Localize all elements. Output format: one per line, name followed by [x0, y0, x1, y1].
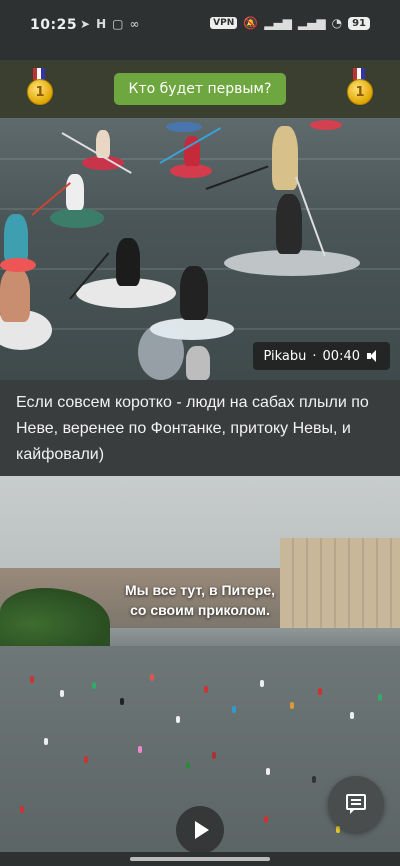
paddler	[318, 688, 322, 695]
mute-icon: 🔕	[243, 16, 259, 30]
paddler	[264, 816, 268, 823]
paddler	[204, 686, 208, 693]
paddler	[350, 712, 354, 719]
paddler	[180, 266, 208, 320]
subtitle-line: со своим приколом.	[130, 602, 270, 618]
paddler	[4, 214, 28, 264]
paddler	[116, 238, 140, 286]
badge-separator: ·	[312, 348, 317, 364]
status-right: VPN 🔕 ▂▄▆ ▂▄▆ ◔ 91	[210, 16, 370, 30]
comment-icon	[346, 794, 366, 814]
signal-icon: ▂▄▆	[264, 16, 292, 30]
paddler	[138, 746, 142, 753]
paddler	[290, 702, 294, 709]
paddler	[266, 768, 270, 775]
status-time: 10:25	[30, 17, 78, 33]
video-subtitle: Мы все тут, в Питере, со своим приколом.	[60, 580, 340, 620]
vpn-badge: VPN	[210, 17, 238, 29]
medal-icon: 1	[346, 68, 373, 106]
home-gesture-handle[interactable]	[130, 857, 270, 861]
video-badge[interactable]: Pikabu · 00:40	[253, 342, 390, 370]
sup-board	[170, 164, 212, 178]
paddler	[30, 676, 34, 683]
instagram-icon: ▢	[112, 17, 124, 31]
paddler	[378, 694, 382, 701]
comments-button[interactable]	[328, 776, 384, 832]
who-first-button[interactable]: Кто будет первым?	[114, 73, 286, 105]
h-icon: H	[96, 17, 107, 31]
wifi-icon: ◔	[331, 16, 343, 30]
paddler	[0, 268, 30, 322]
paddler	[20, 806, 24, 813]
paddle	[205, 165, 269, 190]
paddler	[120, 698, 124, 705]
medal-icon: 1	[26, 68, 53, 106]
telegram-icon: ➤	[80, 17, 91, 31]
paddler	[186, 346, 210, 380]
balloon	[138, 324, 184, 380]
paddler	[260, 680, 264, 687]
paddler	[312, 776, 316, 783]
paddler	[186, 762, 190, 769]
paddler	[232, 706, 236, 713]
sup-board	[310, 120, 342, 130]
paddler	[92, 682, 96, 689]
paddler	[176, 716, 180, 723]
paddler	[60, 690, 64, 697]
paddler	[44, 738, 48, 745]
sup-board	[0, 258, 36, 272]
video-source: Pikabu	[263, 348, 307, 364]
promo-bar: 1 Кто будет первым? 1	[0, 60, 400, 118]
play-button[interactable]	[176, 806, 224, 852]
status-bar: 10:25 ➤ H ▢ ∞ VPN 🔕 ▂▄▆ ▂▄▆ ◔ 91	[0, 0, 400, 60]
signal-icon: ▂▄▆	[297, 16, 326, 30]
post-caption: Если совсем коротко - люди на сабах плыл…	[16, 394, 369, 463]
paddler	[150, 674, 154, 681]
status-left-icons: ➤ H ▢ ∞	[80, 17, 139, 31]
video-player-1[interactable]: Pikabu · 00:40	[0, 118, 400, 380]
paddler	[212, 752, 216, 759]
paddler	[272, 126, 298, 190]
sup-board	[50, 208, 104, 228]
subtitle-line: Мы все тут, в Питере,	[124, 582, 275, 598]
paddler	[66, 174, 84, 210]
battery-indicator: 91	[348, 16, 370, 30]
speaker-icon[interactable]	[366, 349, 380, 363]
video-duration: 00:40	[322, 348, 360, 364]
system-nav-bar	[0, 852, 400, 866]
sup-board	[166, 122, 202, 132]
paddler	[276, 194, 302, 254]
paddler	[84, 756, 88, 763]
infinity-icon: ∞	[129, 17, 140, 31]
